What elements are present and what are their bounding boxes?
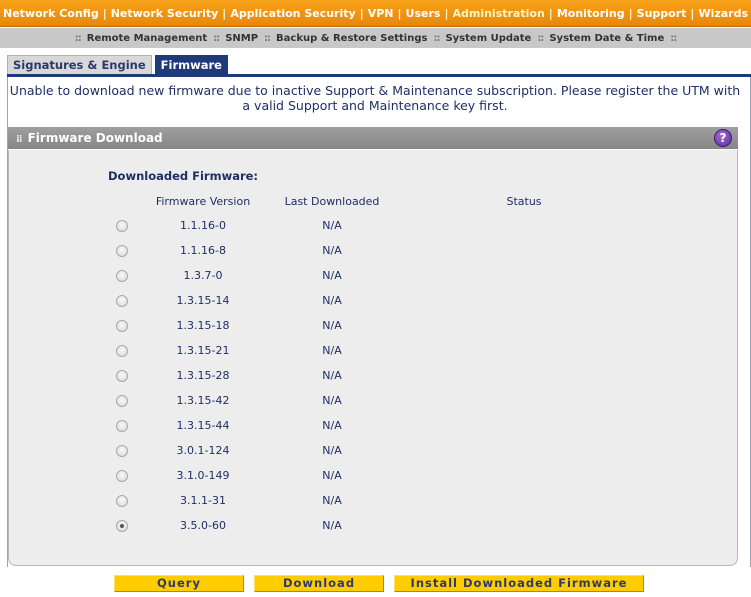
subnav-separator: :: [537, 32, 544, 44]
firmware-radio[interactable] [116, 220, 128, 232]
grip-icon: ⁞⁞ [16, 134, 23, 145]
firmware-version-cell: 1.3.15-44 [176, 419, 230, 432]
table-row: 1.3.15-18 N/A [0, 319, 751, 345]
last-downloaded-cell: N/A [322, 319, 342, 332]
nav-item-application-security[interactable]: Application Security [230, 7, 355, 20]
subnav-separator: :: [213, 32, 220, 44]
tab-bar: Signatures & Engine Firmware [7, 55, 231, 74]
firmware-version-cell: 3.0.1-124 [176, 444, 230, 457]
firmware-radio[interactable] [116, 295, 128, 307]
nav-separator: | [222, 6, 227, 20]
table-row: 1.3.15-42 N/A [0, 394, 751, 420]
subscription-warning-message: Unable to download new firmware due to i… [9, 83, 741, 113]
last-downloaded-cell: N/A [322, 394, 342, 407]
query-button[interactable]: Query [114, 575, 244, 592]
table-row: 3.1.0-149 N/A [0, 469, 751, 495]
subnav-separator: :: [74, 32, 82, 44]
firmware-radio[interactable] [116, 245, 128, 257]
firmware-radio[interactable] [116, 520, 128, 532]
table-row: 1.3.15-21 N/A [0, 344, 751, 370]
nav-item-support[interactable]: Support [637, 7, 687, 20]
tab-signatures-engine[interactable]: Signatures & Engine [7, 55, 152, 74]
table-row: 3.5.0-60 N/A [0, 519, 751, 545]
subnav-item-remote-management[interactable]: Remote Management [87, 33, 207, 44]
last-downloaded-cell: N/A [322, 469, 342, 482]
firmware-radio[interactable] [116, 370, 128, 382]
table-row: 1.3.15-28 N/A [0, 369, 751, 395]
last-downloaded-cell: N/A [322, 344, 342, 357]
firmware-radio[interactable] [116, 495, 128, 507]
column-header-status: Status [506, 195, 542, 208]
table-row: 1.1.16-8 N/A [0, 244, 751, 270]
nav-item-users[interactable]: Users [406, 7, 441, 20]
table-row: 1.3.7-0 N/A [0, 269, 751, 295]
nav-separator: | [102, 6, 107, 20]
nav-item-monitoring[interactable]: Monitoring [557, 7, 625, 20]
firmware-radio[interactable] [116, 445, 128, 457]
sub-nav: :: Remote Management:: SNMP:: Backup & Rest… [0, 28, 751, 48]
firmware-version-cell: 1.3.15-14 [176, 294, 230, 307]
firmware-version-cell: 1.3.15-21 [176, 344, 230, 357]
subnav-separator: :: [433, 32, 440, 44]
last-downloaded-cell: N/A [322, 294, 342, 307]
nav-item-vpn[interactable]: VPN [368, 7, 394, 20]
question-icon[interactable]: ? [714, 129, 732, 147]
firmware-version-cell: 3.5.0-60 [180, 519, 226, 532]
firmware-version-cell: 3.1.1-31 [180, 494, 226, 507]
firmware-version-cell: 1.3.15-18 [176, 319, 230, 332]
table-row: 3.1.1-31 N/A [0, 494, 751, 520]
subnav-separator: :: [264, 32, 271, 44]
last-downloaded-cell: N/A [322, 244, 342, 257]
last-downloaded-cell: N/A [322, 369, 342, 382]
last-downloaded-cell: N/A [322, 219, 342, 232]
firmware-radio[interactable] [116, 345, 128, 357]
last-downloaded-cell: N/A [322, 444, 342, 457]
firmware-radio[interactable] [116, 270, 128, 282]
nav-item-network-security[interactable]: Network Security [111, 7, 219, 20]
download-button[interactable]: Download [254, 575, 384, 592]
section-header: ⁞⁞ Firmware Download [8, 127, 738, 149]
tab-firmware[interactable]: Firmware [154, 55, 228, 74]
install-downloaded-firmware-button[interactable]: Install Downloaded Firmware [394, 575, 644, 592]
subnav-item-snmp[interactable]: SNMP [225, 33, 258, 44]
section-title: Firmware Download [27, 131, 163, 145]
nav-separator: | [690, 6, 695, 20]
table-row: 1.3.15-44 N/A [0, 419, 751, 445]
table-row: 1.1.16-0 N/A [0, 219, 751, 245]
top-nav: |Network Config|Network Security|Applica… [0, 0, 751, 27]
nav-separator: | [548, 6, 553, 20]
table-row: 1.3.15-14 N/A [0, 294, 751, 320]
nav-separator: | [628, 6, 633, 20]
downloaded-firmware-title: Downloaded Firmware: [108, 169, 259, 183]
column-header-firmware-version: Firmware Version [155, 195, 251, 208]
subnav-item-system-update[interactable]: System Update [445, 33, 531, 44]
firmware-version-cell: 1.1.16-0 [180, 219, 226, 232]
subnav-item-system-date-time[interactable]: System Date & Time [549, 33, 664, 44]
firmware-version-cell: 1.1.16-8 [180, 244, 226, 257]
nav-item-administration[interactable]: Administration [452, 7, 544, 20]
last-downloaded-cell: N/A [322, 494, 342, 507]
firmware-version-cell: 1.3.15-28 [176, 369, 230, 382]
table-row: 3.0.1-124 N/A [0, 444, 751, 470]
firmware-radio[interactable] [116, 320, 128, 332]
nav-item-network-config[interactable]: Network Config [3, 7, 99, 20]
last-downloaded-cell: N/A [322, 269, 342, 282]
firmware-version-cell: 1.3.15-42 [176, 394, 230, 407]
nav-separator: | [397, 6, 402, 20]
firmware-version-cell: 3.1.0-149 [176, 469, 230, 482]
nav-item-wizards[interactable]: Wizards [698, 7, 748, 20]
firmware-radio[interactable] [116, 395, 128, 407]
last-downloaded-cell: N/A [322, 419, 342, 432]
firmware-radio[interactable] [116, 470, 128, 482]
column-header-last-downloaded: Last Downloaded [284, 195, 380, 208]
firmware-radio[interactable] [116, 420, 128, 432]
firmware-version-cell: 1.3.7-0 [183, 269, 223, 282]
nav-separator: | [444, 6, 449, 20]
last-downloaded-cell: N/A [322, 519, 342, 532]
subnav-item-backup-restore-settings[interactable]: Backup & Restore Settings [276, 33, 427, 44]
nav-separator: | [359, 6, 364, 20]
subnav-separator: :: [670, 32, 677, 44]
